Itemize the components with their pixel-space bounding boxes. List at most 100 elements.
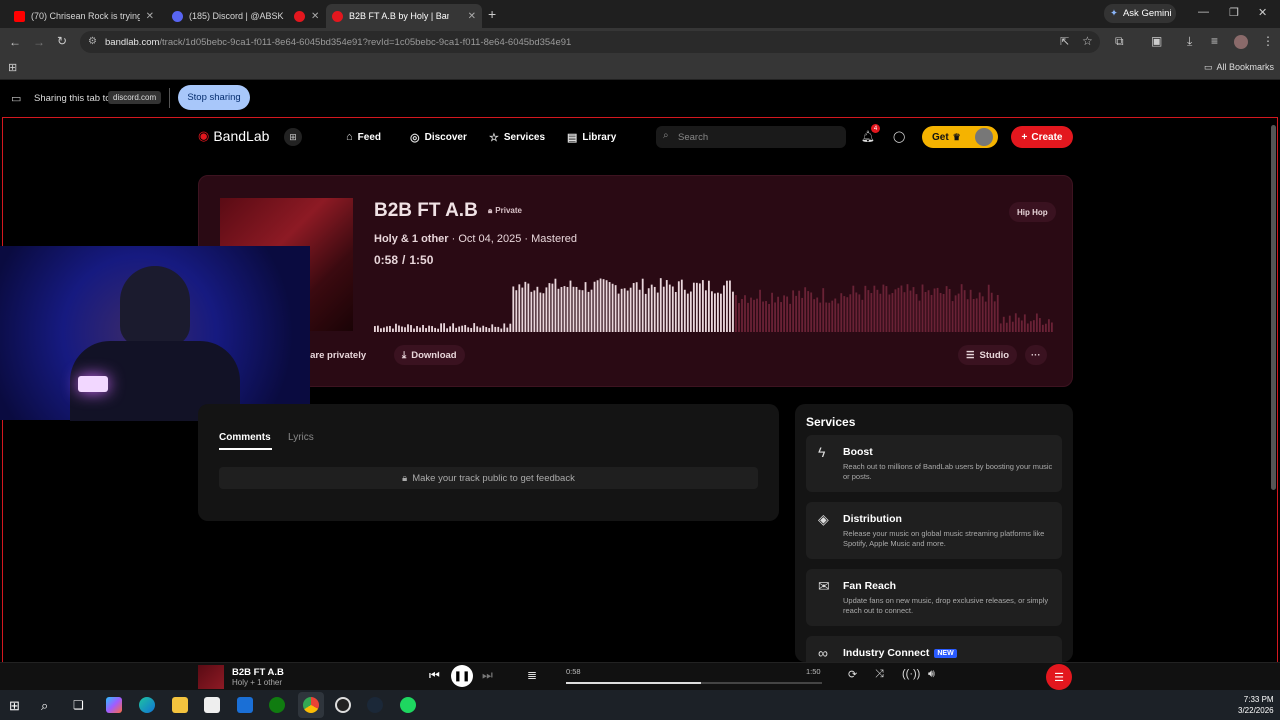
bookmark-star-icon[interactable]: ☆	[1082, 34, 1093, 48]
cast-icon[interactable]: ⇱	[1060, 35, 1069, 48]
download-icon[interactable]: ⤓	[1187, 34, 1192, 49]
apps-switcher-icon[interactable]: ⊞	[284, 128, 302, 146]
media-icon[interactable]: ≡	[1211, 34, 1218, 48]
progress-track[interactable]	[566, 682, 822, 684]
nav-discover[interactable]: ◎ Discover	[410, 130, 467, 144]
service-industry-connect[interactable]: ∞ Industry Connect NEW	[806, 636, 1062, 662]
steam-icon[interactable]	[367, 697, 383, 713]
store-icon[interactable]	[204, 697, 220, 713]
waveform-bar	[494, 326, 497, 332]
track-waveform[interactable]	[374, 268, 1054, 332]
window-close-button[interactable]: ✕	[1258, 6, 1267, 19]
waveform-bar	[1002, 316, 1005, 332]
service-distribution[interactable]: ◈ Distribution Release your music on glo…	[806, 502, 1062, 559]
browser-tab-bandlab-pinned[interactable]: ✕	[288, 4, 322, 28]
waveform-bar	[810, 292, 813, 332]
back-icon[interactable]: ←	[9, 35, 21, 49]
waveform-bar	[623, 288, 626, 332]
copilot-icon[interactable]	[106, 697, 122, 713]
xbox-icon[interactable]	[269, 697, 285, 713]
site-info-icon[interactable]: ⚙	[88, 36, 97, 47]
profile-avatar[interactable]	[1234, 35, 1248, 49]
get-membership-button[interactable]: Get ♛	[922, 126, 998, 148]
menu-icon[interactable]: ⋮	[1262, 34, 1274, 48]
waveform-bar	[726, 280, 728, 332]
close-icon[interactable]: ✕	[146, 11, 154, 22]
nav-feed[interactable]: ⌂ Feed	[346, 130, 381, 144]
chrome-icon[interactable]	[303, 697, 319, 713]
file-explorer-icon[interactable]	[172, 697, 188, 713]
next-button[interactable]: ⏭	[482, 668, 493, 683]
waveform-bar	[671, 286, 674, 332]
pause-button[interactable]: ❚❚	[451, 665, 473, 687]
bandlab-logo[interactable]: ◉ BandLab	[198, 128, 269, 144]
previous-button[interactable]: ⏮	[429, 668, 440, 683]
download-button[interactable]: ⤓ Download	[394, 345, 465, 365]
nav-library[interactable]: ▤ Library	[567, 130, 616, 144]
minimize-button[interactable]: —	[1198, 6, 1209, 18]
shuffle-icon[interactable]: ⤨	[875, 668, 884, 681]
messages-icon[interactable]: ◯	[893, 130, 905, 143]
nav-services[interactable]: ☆ Services	[489, 130, 545, 144]
broadcast-icon[interactable]: ((·))	[902, 668, 920, 680]
reload-icon[interactable]: ↻	[57, 34, 67, 48]
sidepanel-icon[interactable]: ▣	[1151, 34, 1162, 48]
service-boost[interactable]: ϟ Boost Reach out to millions of BandLab…	[806, 435, 1062, 492]
tab-lyrics[interactable]: Lyrics	[288, 432, 314, 443]
waveform-bar	[695, 282, 698, 332]
spotify-icon[interactable]	[400, 697, 416, 713]
page-scrollbar[interactable]	[1271, 125, 1276, 490]
new-tab-button[interactable]: +	[488, 6, 496, 22]
waveform-bar	[774, 302, 776, 332]
browser-tab-track[interactable]: B2B FT A.B by Holy | BandLab ✕	[326, 4, 482, 28]
time-total: 1:50	[409, 253, 434, 267]
restore-button[interactable]: ❐	[1229, 6, 1239, 19]
url-bar[interactable]: ⚙ bandlab.com/track/1d05bebc-9ca1-f011-8…	[80, 31, 1100, 53]
volume-icon[interactable]: 🔊︎	[928, 668, 935, 681]
ask-gemini-button[interactable]: ✦ Ask Gemini	[1104, 4, 1176, 23]
waveform-bar	[798, 290, 801, 332]
queue-icon[interactable]: ≣	[527, 668, 537, 682]
webcam-overlay	[0, 246, 310, 421]
more-options-button[interactable]: ···	[1025, 345, 1047, 365]
browser-tab-youtube[interactable]: (70) Chrisean Rock is trying to ✕	[8, 4, 160, 28]
obs-icon[interactable]	[335, 697, 351, 713]
windows-start-icon[interactable]: ⊞	[9, 698, 20, 714]
player-cover-art[interactable]	[198, 665, 224, 689]
taskbar-search-icon[interactable]: ⌕	[41, 698, 48, 714]
user-avatar[interactable]	[975, 128, 993, 146]
close-icon[interactable]: ✕	[311, 11, 319, 22]
tab-comments[interactable]: Comments	[219, 432, 271, 443]
stop-sharing-button[interactable]: Stop sharing	[178, 85, 250, 110]
repeat-icon[interactable]: ⟳	[848, 668, 857, 681]
task-view-icon[interactable]: ❏	[73, 698, 84, 712]
service-fan-reach[interactable]: ✉ Fan Reach Update fans on new music, dr…	[806, 569, 1062, 626]
player-artist[interactable]: Holy + 1 other	[232, 678, 282, 687]
edge-icon[interactable]	[139, 697, 155, 713]
browser-tab-discord[interactable]: (185) Discord | @ABSKI ✕	[166, 4, 284, 28]
extensions-icon[interactable]: ⧉	[1115, 34, 1124, 49]
player-track-title[interactable]: B2B FT A.B	[232, 667, 284, 678]
track-artists[interactable]: Holy & 1 other	[374, 233, 449, 245]
waveform-bar	[1038, 318, 1041, 332]
waveform-bar	[912, 287, 915, 332]
all-bookmarks[interactable]: ▭ All Bookmarks	[1204, 62, 1274, 73]
search-input[interactable]: ⌕ Search	[656, 126, 846, 148]
studio-button[interactable]: ☰ Studio	[958, 345, 1018, 365]
apps-grid-icon[interactable]: ⊞	[8, 61, 17, 74]
waveform-bar	[389, 325, 391, 332]
system-clock[interactable]: 7:33 PM 3/22/2026	[1238, 694, 1274, 716]
create-button[interactable]: + Create	[1011, 126, 1073, 148]
waveform-bar	[1032, 320, 1035, 332]
forward-icon[interactable]: →	[33, 35, 45, 49]
waveform-bar	[924, 292, 927, 332]
waveform-bar	[891, 293, 894, 332]
all-bookmarks-label: All Bookmarks	[1216, 62, 1275, 72]
player-menu-button[interactable]: ☰	[1046, 664, 1072, 690]
mail-app-icon[interactable]	[237, 697, 253, 713]
service-title: Industry Connect	[843, 647, 930, 659]
genre-tag[interactable]: Hip Hop	[1009, 202, 1056, 222]
waveform-bar	[963, 290, 966, 332]
service-desc: Release your music on global music strea…	[843, 529, 1045, 548]
close-icon[interactable]: ✕	[468, 11, 476, 22]
